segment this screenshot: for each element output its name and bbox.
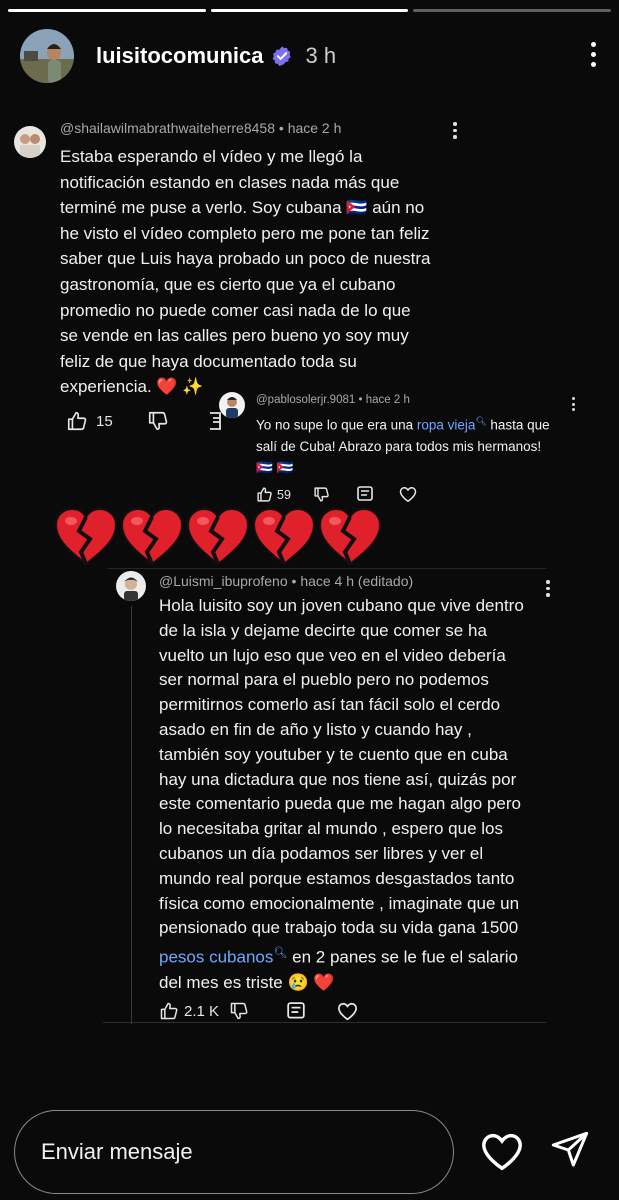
reply-time: hace 2 h [365,394,410,406]
reply-author-handle: @pablosolerjr.9081 [256,394,356,406]
thread-line [131,606,132,1024]
broken-hearts-sticker [54,507,382,567]
comment-time: hace 2 h [287,120,342,136]
divider [108,568,546,569]
send-icon[interactable] [550,1130,590,1175]
thumbs-down-icon[interactable] [313,486,330,503]
message-input[interactable]: Enviar mensaje [14,1110,454,1194]
reply-icon[interactable] [209,410,221,432]
broken-heart-icon [54,507,118,566]
story-progress-segment [8,9,206,12]
heart-icon[interactable] [399,486,417,503]
reply-avatar [219,392,245,418]
message-placeholder: Enviar mensaje [41,1139,193,1164]
search-link-ropa-vieja[interactable]: ropa vieja [417,418,476,433]
search-link-pesos-cubanos[interactable]: pesos cubanos [159,948,273,967]
reply-actions: 59 [256,486,417,503]
broken-heart-icon [186,507,250,566]
search-icon: 🔍︎ [475,416,487,426]
comment-avatar [116,571,146,601]
verified-badge-icon [273,46,292,67]
story-header: luisitocomunica 3 h [20,28,599,84]
comment-actions: 2.1 K [159,1001,358,1021]
like-count: 59 [277,487,291,502]
comment-author-handle: @shailawilmabrathwaiteherre8458 [60,120,275,136]
search-icon: 🔍︎ [273,947,288,960]
comment-author-handle: @Luismi_ibuprofeno [159,573,288,589]
thumbs-up-icon[interactable] [159,1001,179,1021]
thumbs-up-icon[interactable] [256,486,273,503]
story-author-username[interactable]: luisitocomunica [96,43,263,69]
story-options-icon[interactable] [589,42,597,70]
reply-body: Yo no supe lo que era una ropa vieja🔍︎ h… [256,416,550,475]
story-progress-segment [413,9,612,12]
broken-heart-icon [120,507,184,566]
comment-meta: @shailawilmabrathwaiteherre8458 • hace 2… [60,120,342,136]
story-author-avatar[interactable] [20,29,74,83]
thumbs-up-icon[interactable] [66,410,88,432]
broken-heart-icon [252,507,316,566]
divider [103,1022,546,1023]
reply-icon[interactable] [287,1001,305,1021]
reply-meta: @pablosolerjr.9081 • hace 2 h [256,394,410,406]
like-count: 15 [96,412,113,430]
comment-body: Estaba esperando el vídeo y me llegó la … [60,147,431,397]
comment-time: hace 4 h (editado) [300,573,414,589]
comment-avatar [14,126,46,158]
heart-icon[interactable] [337,1002,358,1021]
story-progress [8,9,612,12]
comment-options-icon[interactable] [545,580,551,600]
comment-meta: @Luismi_ibuprofeno • hace 4 h (editado) [159,573,414,589]
comment-body: Hola luisito soy un joven cubano que viv… [159,596,524,992]
story-time: 3 h [305,43,337,68]
story-progress-segment [210,9,409,12]
heart-icon[interactable] [480,1132,524,1177]
broken-heart-icon [318,507,382,566]
thumbs-down-icon[interactable] [229,1001,249,1021]
like-count: 2.1 K [184,1002,220,1020]
thumbs-down-icon[interactable] [147,410,169,432]
reply-icon[interactable] [357,486,373,503]
comment-options-icon[interactable] [452,122,458,142]
comment-actions: 15 [66,410,221,432]
